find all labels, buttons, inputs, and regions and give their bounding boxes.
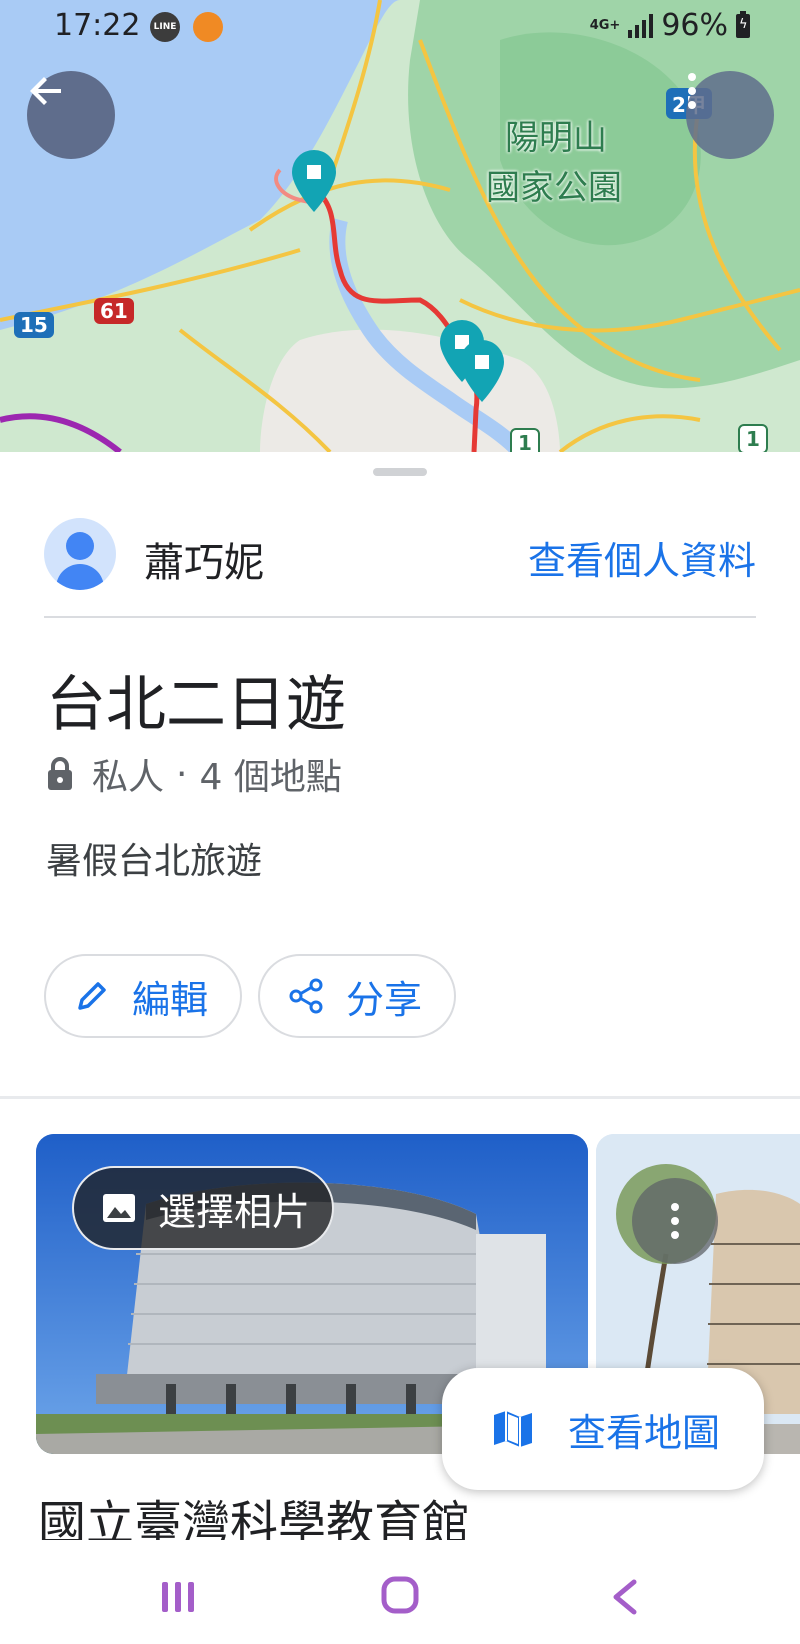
choose-photo-button[interactable]: 選擇相片 (72, 1166, 334, 1250)
status-right: 4G+ 96% ϟ (590, 8, 750, 43)
lock-icon (48, 757, 72, 790)
drag-handle[interactable] (373, 468, 427, 476)
image-icon (103, 1194, 135, 1222)
edit-label: 編輯 (132, 977, 209, 1022)
line-app-icon: LINE (150, 12, 180, 42)
route-shield: 1 (510, 428, 540, 452)
arrow-back-icon (30, 77, 61, 105)
route-shield: 61 (94, 298, 134, 324)
view-profile-link[interactable]: 查看個人資料 (528, 530, 756, 585)
back-nav-icon[interactable] (610, 1578, 640, 1616)
map-label-park-line2: 國家公園 (486, 168, 622, 208)
route-shield: 1 (738, 424, 768, 452)
more-vert-icon (671, 1203, 679, 1239)
battery-percent: 96% (661, 8, 728, 43)
system-nav-bar (0, 1540, 800, 1644)
avatar (44, 518, 116, 590)
visibility-label: 私人 (92, 757, 165, 798)
notification-app-icon (193, 12, 223, 42)
more-options-button[interactable] (686, 71, 774, 159)
map-label-park-line1: 陽明山 (505, 118, 607, 158)
map-canvas (0, 0, 800, 452)
place-count: 4 個地點 (199, 757, 342, 798)
share-button[interactable]: 分享 (258, 954, 456, 1038)
view-map-label: 查看地圖 (568, 1410, 721, 1455)
list-title: 台北二日遊 (46, 670, 346, 740)
choose-photo-label: 選擇相片 (158, 1189, 311, 1234)
network-type: 4G+ (589, 18, 621, 33)
edit-button[interactable]: 編輯 (44, 954, 242, 1038)
map-icon (494, 1411, 532, 1447)
signal-icon (628, 13, 654, 38)
battery-charging-icon: ϟ (736, 10, 750, 38)
share-icon (289, 978, 323, 1014)
share-label: 分享 (346, 977, 423, 1022)
meta-separator: · (176, 753, 188, 795)
view-map-button[interactable]: 查看地圖 (442, 1368, 764, 1490)
route-shield: 15 (14, 312, 54, 338)
status-bar: 17:22 LINE 4G+ 96% ϟ (0, 0, 800, 52)
section-divider (0, 1096, 800, 1099)
status-time: 17:22 (54, 8, 141, 43)
pencil-icon (78, 982, 106, 1010)
divider (44, 616, 756, 618)
owner-row: 蕭巧妮 查看個人資料 (44, 518, 756, 590)
more-vert-icon (688, 73, 696, 109)
map-view[interactable]: 陽明山 國家公園 15 61 2甲 1 1 17:22 LINE 4G+ 96%… (0, 0, 800, 452)
recents-icon[interactable] (160, 1580, 196, 1614)
place-more-button[interactable] (632, 1178, 718, 1264)
list-description: 暑假台北旅遊 (46, 841, 263, 882)
back-button[interactable] (27, 71, 115, 159)
home-icon[interactable] (380, 1576, 420, 1614)
list-meta: 私人 · 4 個地點 (46, 748, 342, 800)
owner-name: 蕭巧妮 (144, 540, 264, 586)
